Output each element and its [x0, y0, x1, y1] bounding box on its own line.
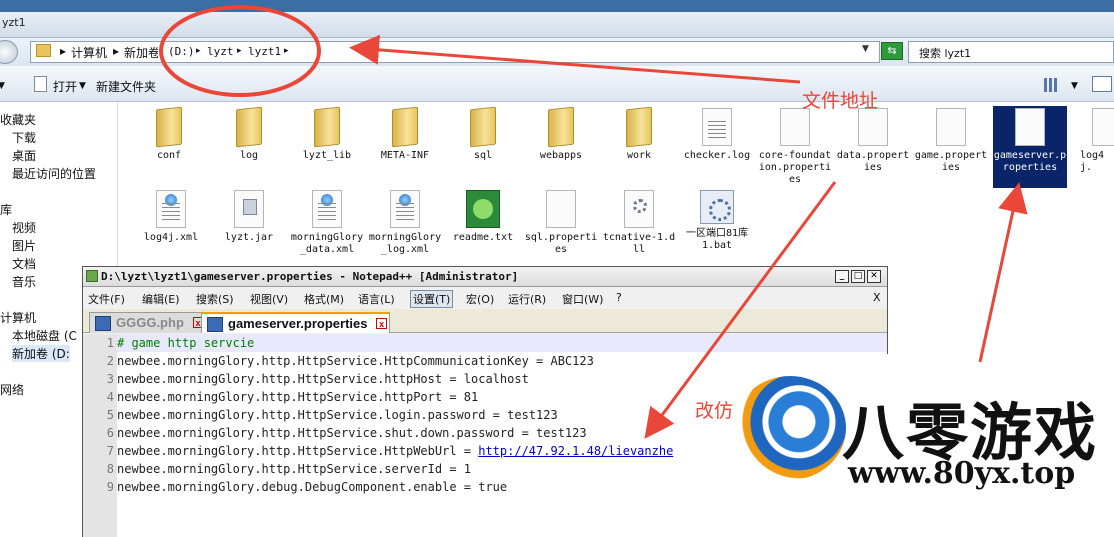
annotation-overlay — [159, 5, 1028, 439]
arrow-to-url — [644, 181, 837, 439]
highlight-circle — [159, 5, 321, 97]
arrow-to-address — [349, 34, 801, 84]
arrow-to-file — [978, 182, 1028, 363]
